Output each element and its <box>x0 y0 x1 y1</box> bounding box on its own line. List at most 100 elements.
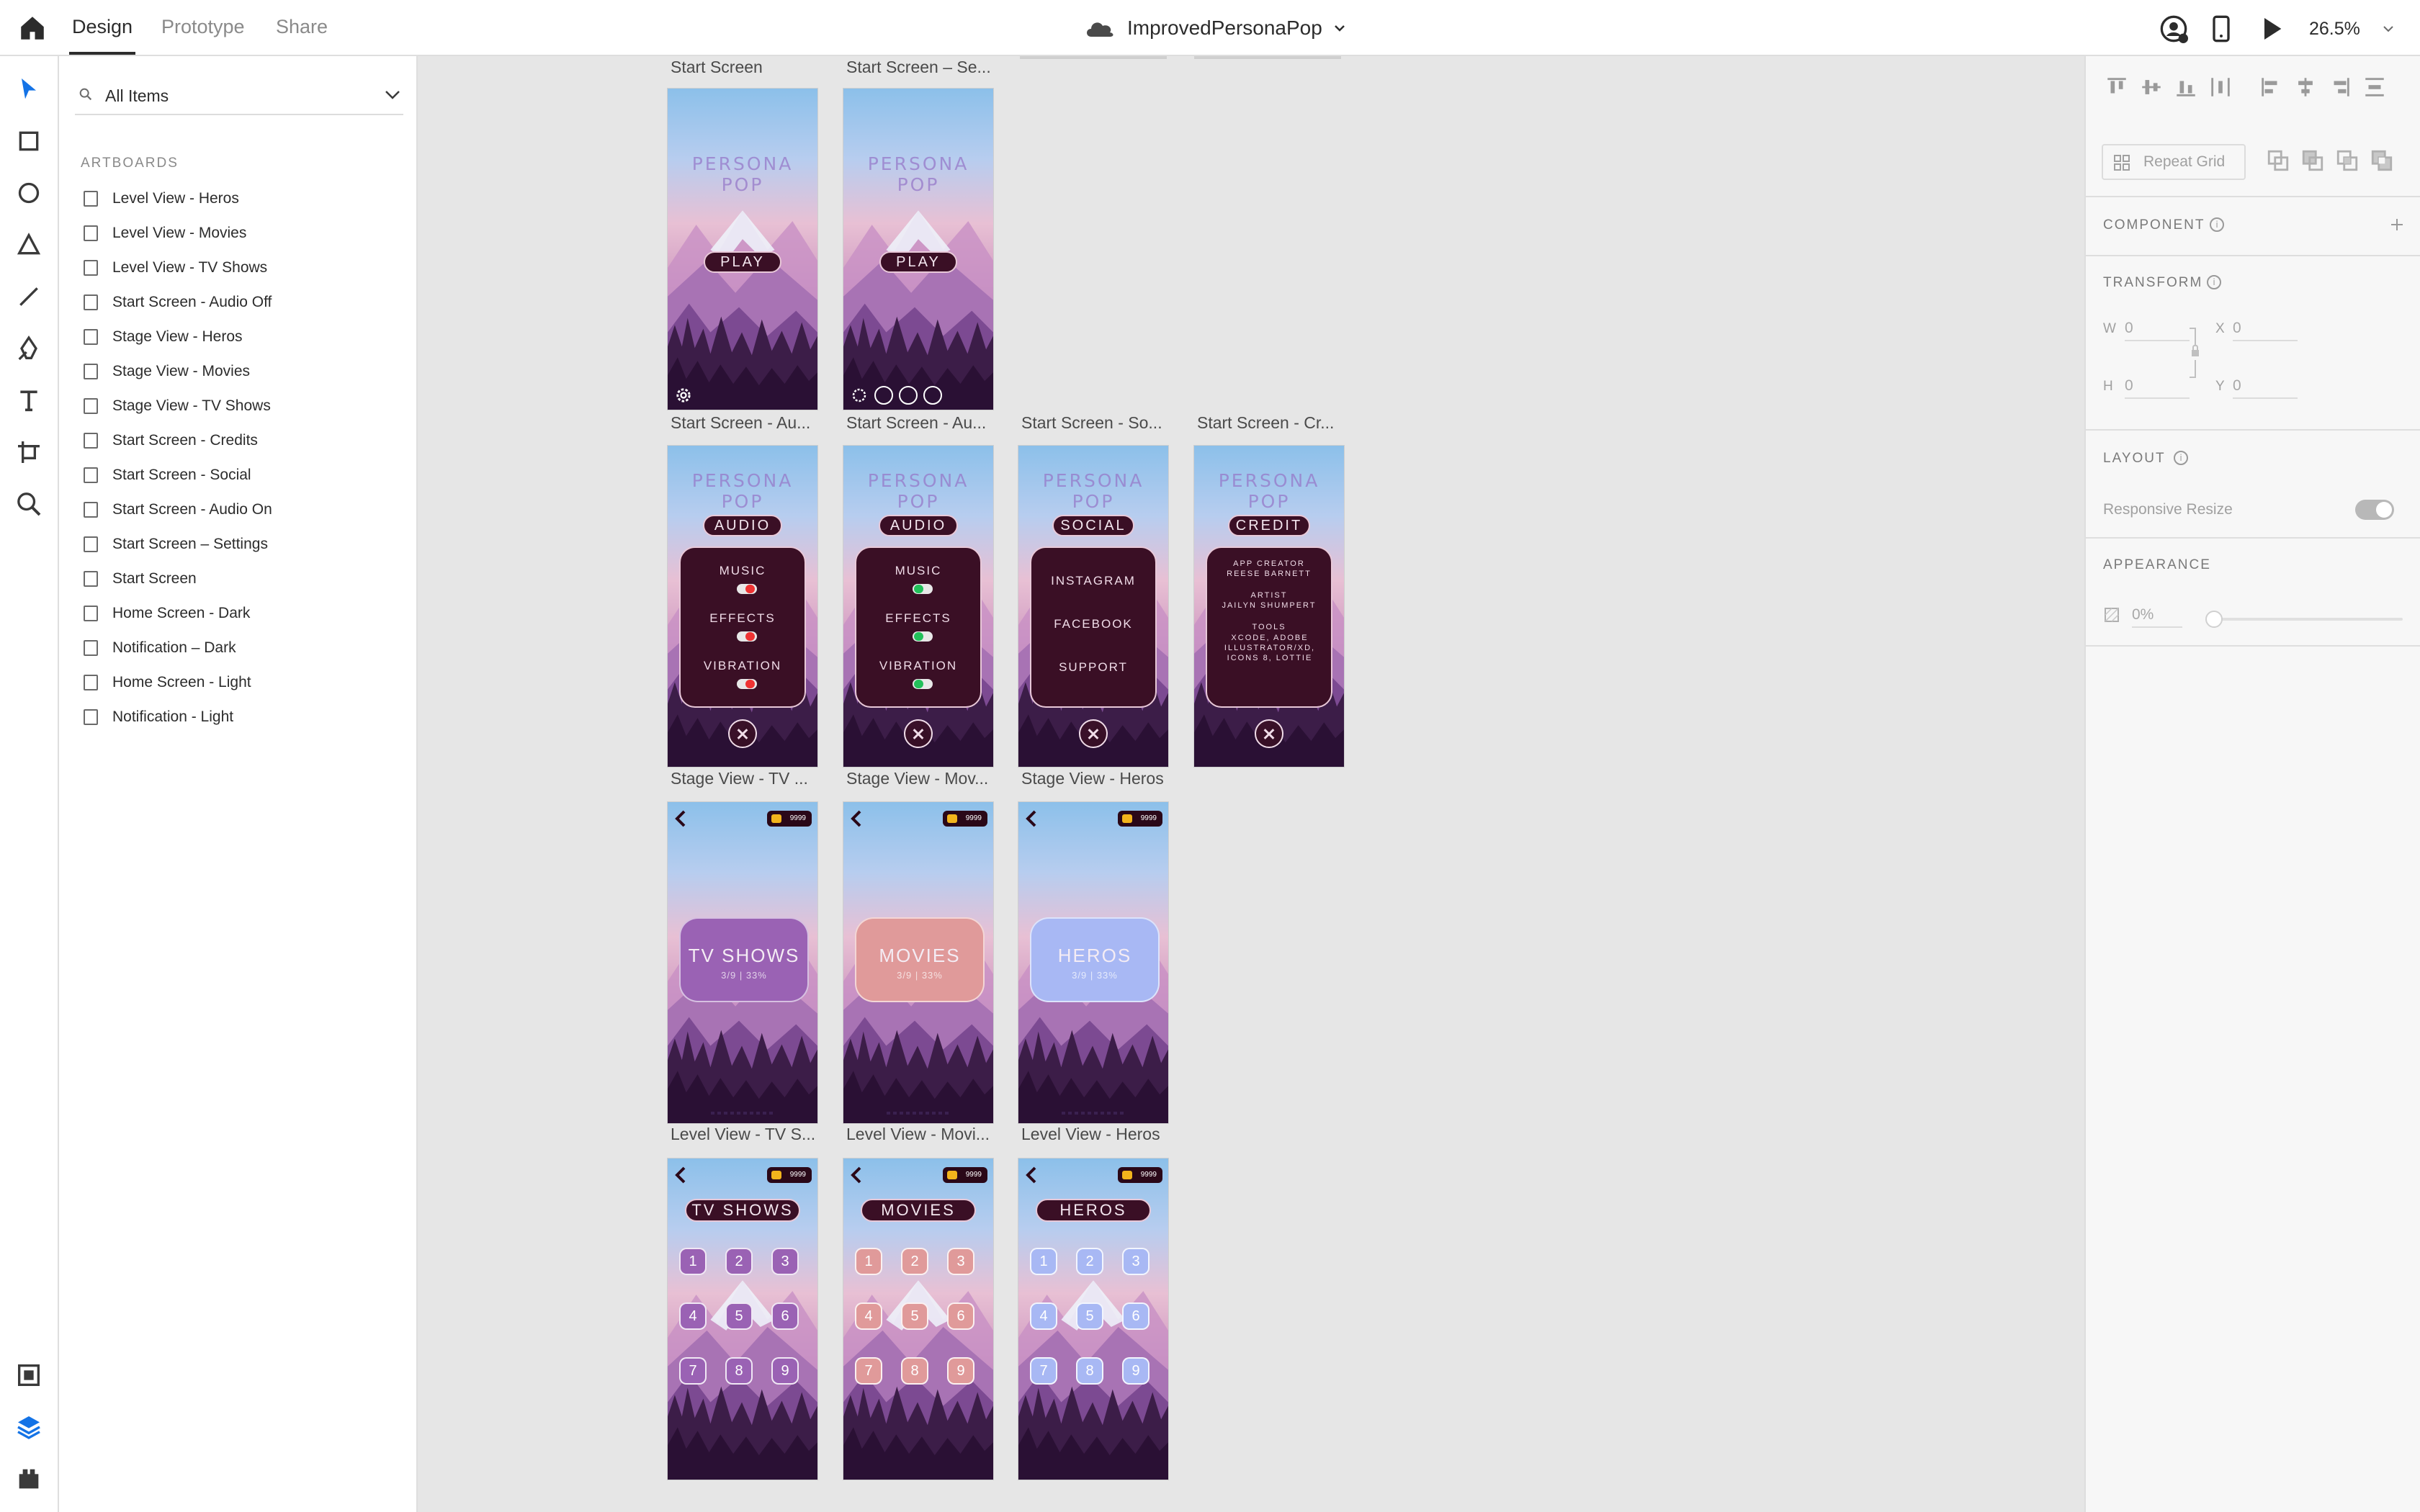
artboard-list-item[interactable]: Stage View - Heros <box>81 320 398 354</box>
level-button: 5 <box>901 1302 928 1330</box>
lock-aspect-icon[interactable] <box>2188 327 2200 379</box>
ellipse-tool-icon[interactable] <box>14 179 43 207</box>
info-icon[interactable]: i <box>2207 275 2221 289</box>
x-field[interactable]: 0 <box>2233 320 2298 341</box>
align-middle-icon[interactable] <box>2139 75 2164 99</box>
align-left-icon[interactable] <box>2259 75 2283 99</box>
responsive-resize-toggle[interactable] <box>2355 500 2394 520</box>
tab-share[interactable]: Share <box>276 16 328 38</box>
align-bottom-icon[interactable] <box>2174 75 2198 99</box>
artboard-list-item[interactable]: Start Screen - Audio Off <box>81 285 398 320</box>
opacity-field[interactable]: 0% <box>2132 606 2182 628</box>
level-button: 9 <box>771 1357 799 1385</box>
layers-panel-icon[interactable] <box>14 1413 43 1441</box>
select-tool-icon[interactable] <box>14 75 43 104</box>
rectangle-tool-icon[interactable] <box>14 127 43 156</box>
distribute-vertical-icon[interactable] <box>2362 75 2387 99</box>
artboard-list-item[interactable]: Stage View - TV Shows <box>81 389 398 423</box>
artboard-list-label: Stage View - TV Shows <box>112 397 271 414</box>
opacity-slider-handle[interactable] <box>2205 611 2223 628</box>
width-field[interactable]: 0 <box>2125 320 2190 341</box>
y-field[interactable]: 0 <box>2233 377 2298 399</box>
artboard-list-item[interactable]: Home Screen - Light <box>81 665 398 700</box>
info-icon[interactable]: i <box>2174 451 2188 465</box>
assets-panel-icon[interactable] <box>14 1361 43 1390</box>
artboard-list-item[interactable]: Stage View - Movies <box>81 354 398 389</box>
artboard-label[interactable]: Level View - Heros <box>1021 1125 1160 1144</box>
artboard-list-label: Start Screen - Audio On <box>112 501 272 518</box>
text-tool-icon[interactable] <box>14 386 43 415</box>
align-top-icon[interactable] <box>2105 75 2129 99</box>
artboard-credits[interactable]: PERSONA POP CREDIT APP CREATOR REESE BAR… <box>1193 445 1345 768</box>
artboard-start-screen[interactable]: PERSONA POP PLAY <box>667 88 818 410</box>
artboard-list: Level View - Heros Level View - Movies Lev… <box>81 181 398 734</box>
artboard-list-item[interactable]: Start Screen – Settings <box>81 527 398 562</box>
document-title-button[interactable]: ImprovedPersonaPop <box>1084 13 1345 43</box>
artboard-label[interactable]: Start Screen - Au... <box>846 413 986 433</box>
plugins-panel-icon[interactable] <box>14 1464 43 1493</box>
boolean-intersect-icon[interactable] <box>2335 148 2360 173</box>
layout-section <box>2086 431 2420 539</box>
artboard-label[interactable]: Stage View - Mov... <box>846 769 988 788</box>
artboard-audio-off[interactable]: PERSONA POP AUDIO MUSIC EFFECTS VIBRATIO… <box>667 445 818 768</box>
artboard-audio-on[interactable]: PERSONA POP AUDIO MUSIC EFFECTS VIBRATIO… <box>843 445 994 768</box>
artboard-list-item[interactable]: Home Screen - Dark <box>81 596 398 631</box>
artboard-level-heros[interactable]: 9999 HEROS 123 456 789 <box>1018 1158 1169 1480</box>
add-component-icon[interactable] <box>2388 216 2406 233</box>
back-arrow-icon <box>675 1166 686 1184</box>
artboard-social[interactable]: PERSONA POP SOCIAL INSTAGRAM FACEBOOK SU… <box>1018 445 1169 768</box>
align-right-icon[interactable] <box>2328 75 2352 99</box>
height-field[interactable]: 0 <box>2125 377 2190 399</box>
boolean-add-icon[interactable] <box>2266 148 2290 173</box>
zoom-chevron-icon[interactable] <box>2383 24 2394 33</box>
boolean-exclude-icon[interactable] <box>2370 148 2394 173</box>
level-button: 8 <box>1076 1357 1103 1385</box>
distribute-horizontal-icon[interactable] <box>2208 75 2233 99</box>
artboard-label[interactable]: Start Screen - So... <box>1021 413 1162 433</box>
artboard-label[interactable]: Start Screen - Cr... <box>1197 413 1334 433</box>
boolean-subtract-icon[interactable] <box>2300 148 2325 173</box>
zoom-tool-icon[interactable] <box>14 490 43 518</box>
artboard-list-item[interactable]: Start Screen - Credits <box>81 423 398 458</box>
artboard-label[interactable]: Start Screen <box>671 58 763 77</box>
line-tool-icon[interactable] <box>14 282 43 311</box>
artboard-list-item[interactable]: Start Screen - Audio On <box>81 492 398 527</box>
layers-search[interactable]: All Items <box>75 75 403 115</box>
artboard-list-item[interactable]: Notification – Dark <box>81 631 398 665</box>
opacity-slider-track[interactable] <box>2208 618 2403 621</box>
play-icon[interactable] <box>2257 14 2286 43</box>
tab-design[interactable]: Design <box>72 16 133 38</box>
artboard-label[interactable]: Level View - Movi... <box>846 1125 990 1144</box>
repeat-grid-button[interactable]: Repeat Grid <box>2102 144 2246 180</box>
design-canvas[interactable]: Start Screen Start Screen – Se... PERSON… <box>418 56 2084 1512</box>
artboard-list-item[interactable]: Start Screen - Social <box>81 458 398 492</box>
align-center-icon[interactable] <box>2293 75 2318 99</box>
zoom-level[interactable]: 26.5% <box>2309 19 2360 40</box>
artboard-label[interactable]: Stage View - Heros <box>1021 769 1164 788</box>
info-icon[interactable]: i <box>2210 217 2224 232</box>
artboard-level-tv[interactable]: 9999 TV SHOWS 123 456 789 <box>667 1158 818 1480</box>
home-icon[interactable] <box>17 13 48 43</box>
share-user-icon[interactable] <box>2159 14 2188 43</box>
artboard-tool-icon[interactable] <box>14 438 43 467</box>
artboard-label[interactable]: Start Screen - Au... <box>671 413 810 433</box>
artboard-stage-tv[interactable]: 9999 TV SHOWS 3/9 | 33% <box>667 801 818 1124</box>
artboard-label[interactable]: Stage View - TV ... <box>671 769 808 788</box>
artboard-stage-movies[interactable]: 9999 MOVIES 3/9 | 33% <box>843 801 994 1124</box>
artboard-list-item[interactable]: Level View - Movies <box>81 216 398 251</box>
pen-tool-icon[interactable] <box>14 334 43 363</box>
filter-chevron-icon[interactable] <box>383 86 402 102</box>
artboard-stage-heros[interactable]: 9999 HEROS 3/9 | 33% <box>1018 801 1169 1124</box>
artboard-label[interactable]: Start Screen – Se... <box>846 58 991 77</box>
artboard-list-item[interactable]: Start Screen <box>81 562 398 596</box>
artboard-list-item[interactable]: Level View - TV Shows <box>81 251 398 285</box>
tab-prototype[interactable]: Prototype <box>161 16 245 38</box>
artboard-label[interactable]: Level View - TV S... <box>671 1125 815 1144</box>
artboard-start-screen-settings[interactable]: PERSONA POP PLAY <box>843 88 994 410</box>
artboard-list-item[interactable]: Level View - Heros <box>81 181 398 216</box>
device-preview-icon[interactable] <box>2207 14 2236 43</box>
polygon-tool-icon[interactable] <box>14 230 43 259</box>
search-filter-value[interactable]: All Items <box>105 86 169 106</box>
artboard-list-item[interactable]: Notification - Light <box>81 700 398 734</box>
artboard-level-movies[interactable]: 9999 MOVIES 123 456 789 <box>843 1158 994 1480</box>
